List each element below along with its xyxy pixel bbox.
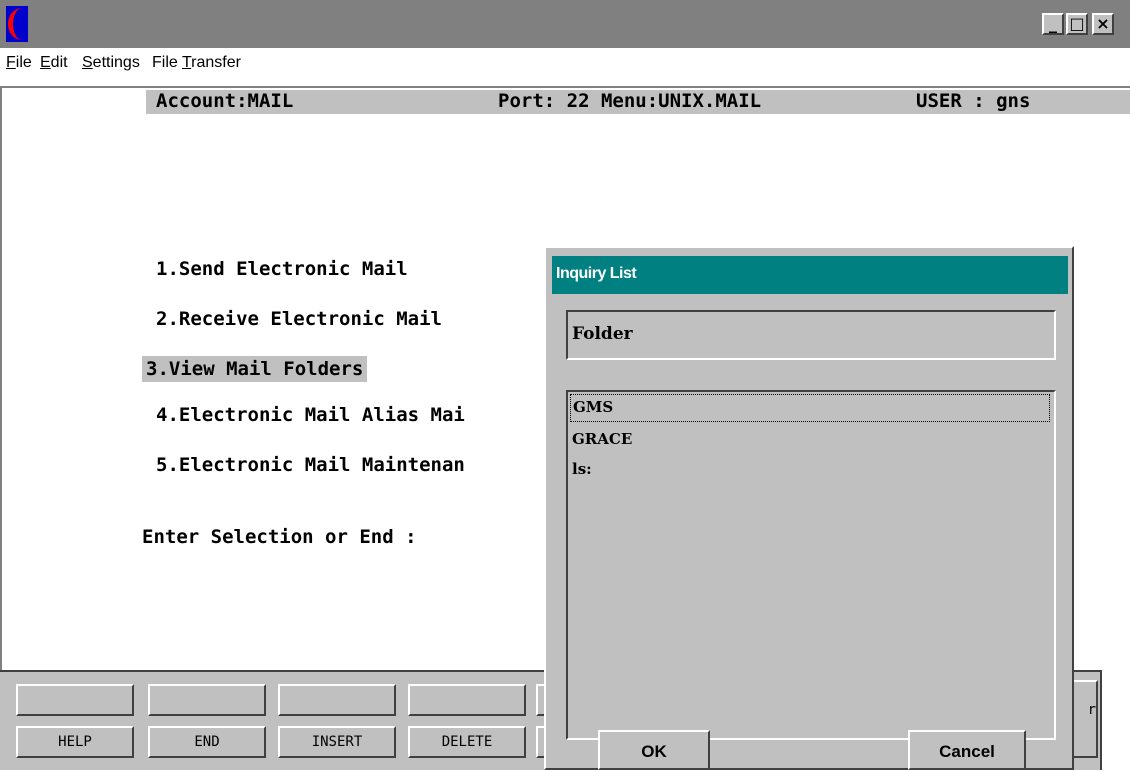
folder-list[interactable]: GMS GRACE ls: [566, 390, 1056, 740]
list-item-gms[interactable]: GMS [570, 394, 1050, 422]
menu-option-3[interactable]: 3.View Mail Folders [142, 356, 368, 382]
minimize-button[interactable]: _ [1042, 13, 1064, 35]
close-button[interactable]: × [1092, 13, 1114, 35]
ok-button[interactable]: OK [598, 730, 710, 770]
dialog-title-bar: Inquiry List [552, 256, 1068, 294]
folder-header-field: Folder [566, 310, 1056, 360]
menu-edit[interactable]: Edit [40, 54, 68, 72]
menu-file-transfer-pre: File [152, 54, 182, 71]
fkey-partial[interactable]: r [1072, 680, 1098, 758]
menu-settings-label: ettings [92, 54, 140, 71]
end-key[interactable]: END [148, 726, 266, 758]
fkey-top-1[interactable] [16, 684, 134, 716]
status-account: Account:MAIL [156, 90, 294, 112]
fkey-top-4[interactable] [408, 684, 526, 716]
fkey-top-3[interactable] [278, 684, 396, 716]
folder-label: Folder [572, 324, 633, 344]
insert-key[interactable]: INSERT [278, 726, 396, 758]
menu-file-transfer[interactable]: File Transfer [152, 54, 241, 72]
menu-settings-mnemonic: S [82, 54, 93, 71]
menu-file[interactable]: File [6, 54, 32, 72]
menu-option-5[interactable]: 5.Electronic Mail Maintenan [156, 454, 465, 476]
menu-file-transfer-label: ransfer [191, 54, 241, 71]
menu-file-transfer-mnemonic: T [181, 54, 192, 71]
menu-edit-mnemonic: E [40, 54, 51, 71]
dialog-title: Inquiry List [556, 265, 637, 282]
list-item-ls[interactable]: ls: [572, 460, 592, 478]
fkey-top-2[interactable] [148, 684, 266, 716]
menu-option-4[interactable]: 4.Electronic Mail Alias Mai [156, 404, 465, 426]
help-key[interactable]: HELP [16, 726, 134, 758]
delete-key[interactable]: DELETE [408, 726, 526, 758]
app-logo-icon[interactable] [6, 6, 28, 42]
cancel-button[interactable]: Cancel [908, 730, 1026, 770]
menu-option-2[interactable]: 2.Receive Electronic Mail [156, 308, 442, 330]
right-strip [1100, 670, 1130, 770]
title-bar: _ □ × [0, 0, 1130, 48]
menu-edit-label: dit [50, 54, 68, 71]
inquiry-list-dialog: Inquiry List Folder GMS GRACE ls: OK Can… [544, 246, 1074, 770]
status-port-menu: Port: 22 Menu:UNIX.MAIL [498, 90, 762, 112]
menu-settings[interactable]: Settings [82, 54, 140, 72]
maximize-button[interactable]: □ [1066, 13, 1088, 35]
menu-file-mnemonic: F [6, 54, 16, 71]
menu-option-1[interactable]: 1.Send Electronic Mail [156, 258, 408, 280]
status-user: USER : gns [916, 90, 1031, 112]
menu-bar: File Edit Settings File Transfer [0, 48, 1130, 86]
menu-file-label: ile [15, 54, 32, 71]
selection-prompt: Enter Selection or End : [142, 526, 417, 548]
list-item-grace[interactable]: GRACE [572, 430, 632, 448]
